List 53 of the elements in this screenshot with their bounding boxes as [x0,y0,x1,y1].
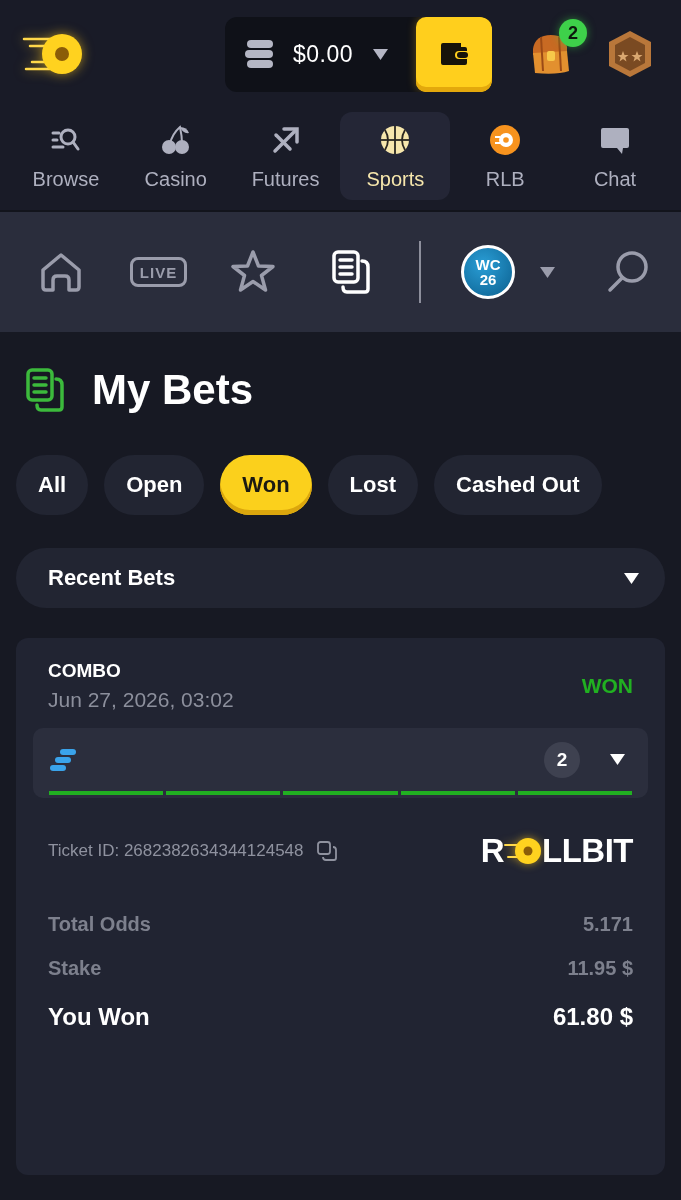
detail-label: You Won [48,1003,150,1031]
filter-tab[interactable]: Cashed Out [434,455,602,515]
donut-logo-icon [504,836,542,866]
detail-label: Stake [48,956,102,980]
nav-tab[interactable]: Casino [120,112,231,200]
stacked-bars-icon [50,748,77,771]
filter-tab[interactable]: Lost [327,455,419,515]
filter-tab[interactable]: Won [220,455,312,515]
bet-type: COMBO [48,660,122,682]
wallet-bar[interactable]: $0.00 [225,16,492,92]
notification-badge: 2 [559,19,587,47]
coin-stack-icon [245,39,275,69]
copy-icon [316,841,337,861]
detail-value: 61.80 $ [552,1003,633,1031]
caret-icon [373,48,389,60]
caret-icon [624,572,639,584]
documents-icon [24,367,66,413]
nav-tab[interactable]: Chat [560,112,670,200]
favorites-tab[interactable] [230,249,276,295]
coin-icon [489,124,522,156]
cherries-icon [159,124,192,156]
search-icon [605,249,651,295]
wallet-button[interactable] [416,16,492,92]
copy-button[interactable] [316,841,337,861]
nav-tab[interactable]: Browse [11,112,121,200]
rank-badge-icon[interactable] [607,30,653,78]
ticket-id: Ticket ID: 2682382634344124548 [48,841,304,861]
page-title: My Bets [92,366,254,414]
dropdown-caret-icon [540,266,555,278]
search-button[interactable] [605,249,651,295]
league-badge[interactable]: WC 26 [461,245,515,299]
rewards-button[interactable]: 2 [527,19,587,89]
nav-tab[interactable]: Sports [340,112,451,200]
wallet-icon [439,41,469,67]
live-tab[interactable]: LIVE [130,257,187,287]
bet-date: Jun 27, 2026, 03:02 [48,688,234,712]
balance-amount: $0.00 [293,40,354,68]
bet-legs-panel[interactable]: 2 [33,728,648,798]
filter-tab[interactable]: Open [104,455,205,515]
brand-logo-text: R [480,836,504,866]
brand-logo-text: LLBIT [542,836,633,866]
star-icon [230,249,276,295]
legs-count-badge: 2 [544,741,580,778]
bet-status: WON [581,674,633,698]
nav-tab[interactable]: Futures [230,112,341,200]
filter-tab[interactable]: All [16,455,89,515]
detail-value: 11.95 $ [567,956,633,980]
nav-tab[interactable]: RLB [450,112,561,200]
detail-label: Total Odds [48,912,151,936]
detail-value: 5.171 [582,912,633,936]
sort-dropdown[interactable]: Recent Bets [16,548,665,608]
basketball-icon [379,124,412,156]
caret-icon [610,754,625,765]
